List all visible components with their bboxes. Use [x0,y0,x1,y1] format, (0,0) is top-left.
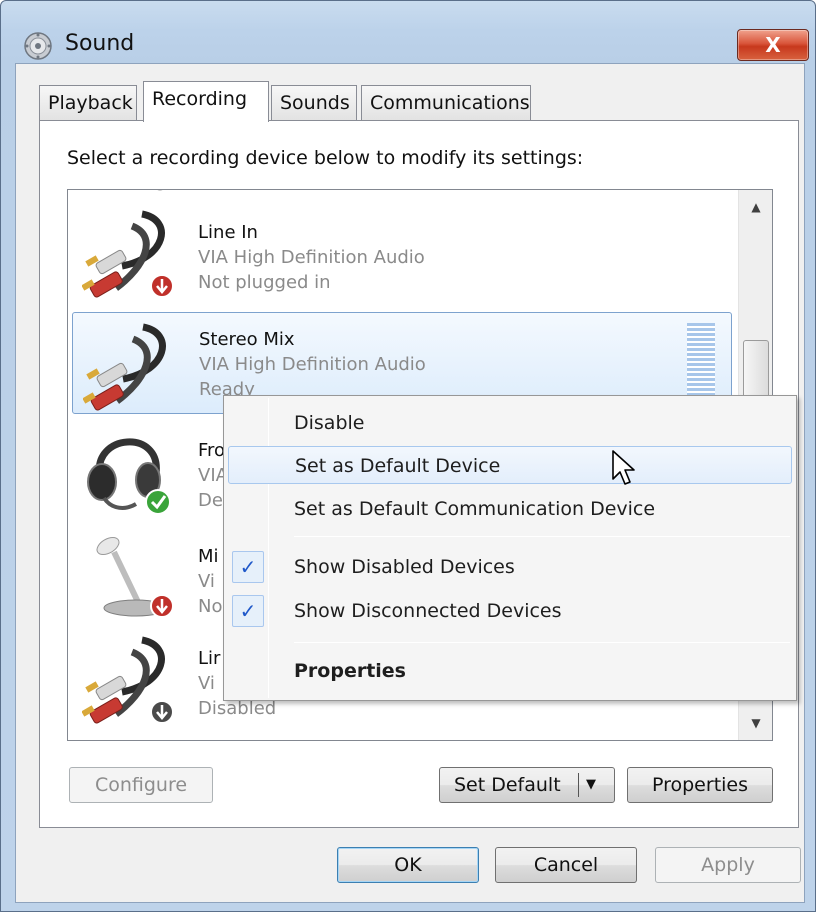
scroll-down-icon[interactable]: ▼ [739,706,772,740]
close-button[interactable]: X [737,29,809,61]
device-driver: Vi [198,571,215,592]
properties-button[interactable]: Properties [627,767,773,803]
microphone-icon [96,536,174,618]
checkmark-icon: ✓ [232,595,264,627]
device-line-in[interactable]: Line In VIA High Definition Audio Not pl… [72,200,732,302]
device-driver: VIA High Definition Audio [199,354,426,375]
device-status: Not plugged in [198,272,331,293]
tab-playback[interactable]: Playback [39,85,137,121]
menu-item-set-default-communication-device[interactable]: Set as Default Communication Device [228,490,792,528]
device-status: No [198,596,223,617]
context-menu: Disable Set as Default Device Set as Def… [223,395,797,701]
menu-item-properties[interactable]: Properties [228,652,792,690]
rca-cable-icon [82,210,174,298]
partial-device-icon [157,190,163,191]
configure-button[interactable]: Configure [69,767,213,803]
rca-cable-icon [82,636,174,724]
set-default-button[interactable]: Set Default ▼ [439,767,615,803]
menu-item-show-disconnected-devices[interactable]: ✓ Show Disconnected Devices [228,592,792,630]
tab-recording[interactable]: Recording [143,81,269,122]
menu-separator [294,536,790,537]
sound-dialog: Sound X Playback Recording Sounds Commun… [0,0,816,912]
checkmark-icon: ✓ [232,551,264,583]
device-driver: VIA High Definition Audio [198,247,425,268]
device-name: Mi [198,546,219,567]
menu-separator [294,642,790,643]
instruction-text: Select a recording device below to modif… [67,147,584,169]
device-name: Line In [198,222,258,243]
scroll-up-icon[interactable]: ▲ [739,190,772,224]
tab-communications[interactable]: Communications [361,85,531,121]
mouse-pointer-icon [612,450,635,485]
ok-button[interactable]: OK [337,847,479,883]
menu-item-show-disabled-devices[interactable]: ✓ Show Disabled Devices [228,548,792,586]
level-meter [687,323,715,397]
rca-cable-icon [83,323,166,411]
title-bar[interactable]: Sound X [1,1,815,63]
speaker-icon [24,32,52,60]
dropdown-arrow-icon[interactable]: ▼ [586,768,596,802]
set-default-label: Set Default [454,774,561,796]
apply-button[interactable]: Apply [655,847,801,883]
tab-sounds[interactable]: Sounds [271,85,357,121]
device-name: Stereo Mix [199,329,295,350]
menu-item-set-default-device[interactable]: Set as Default Device [228,446,792,484]
menu-item-disable[interactable]: Disable [228,404,792,442]
headset-icon [87,438,171,515]
scroll-thumb[interactable] [743,340,769,400]
cancel-button[interactable]: Cancel [495,847,637,883]
window-title: Sound [65,31,135,56]
split-separator [578,773,579,797]
